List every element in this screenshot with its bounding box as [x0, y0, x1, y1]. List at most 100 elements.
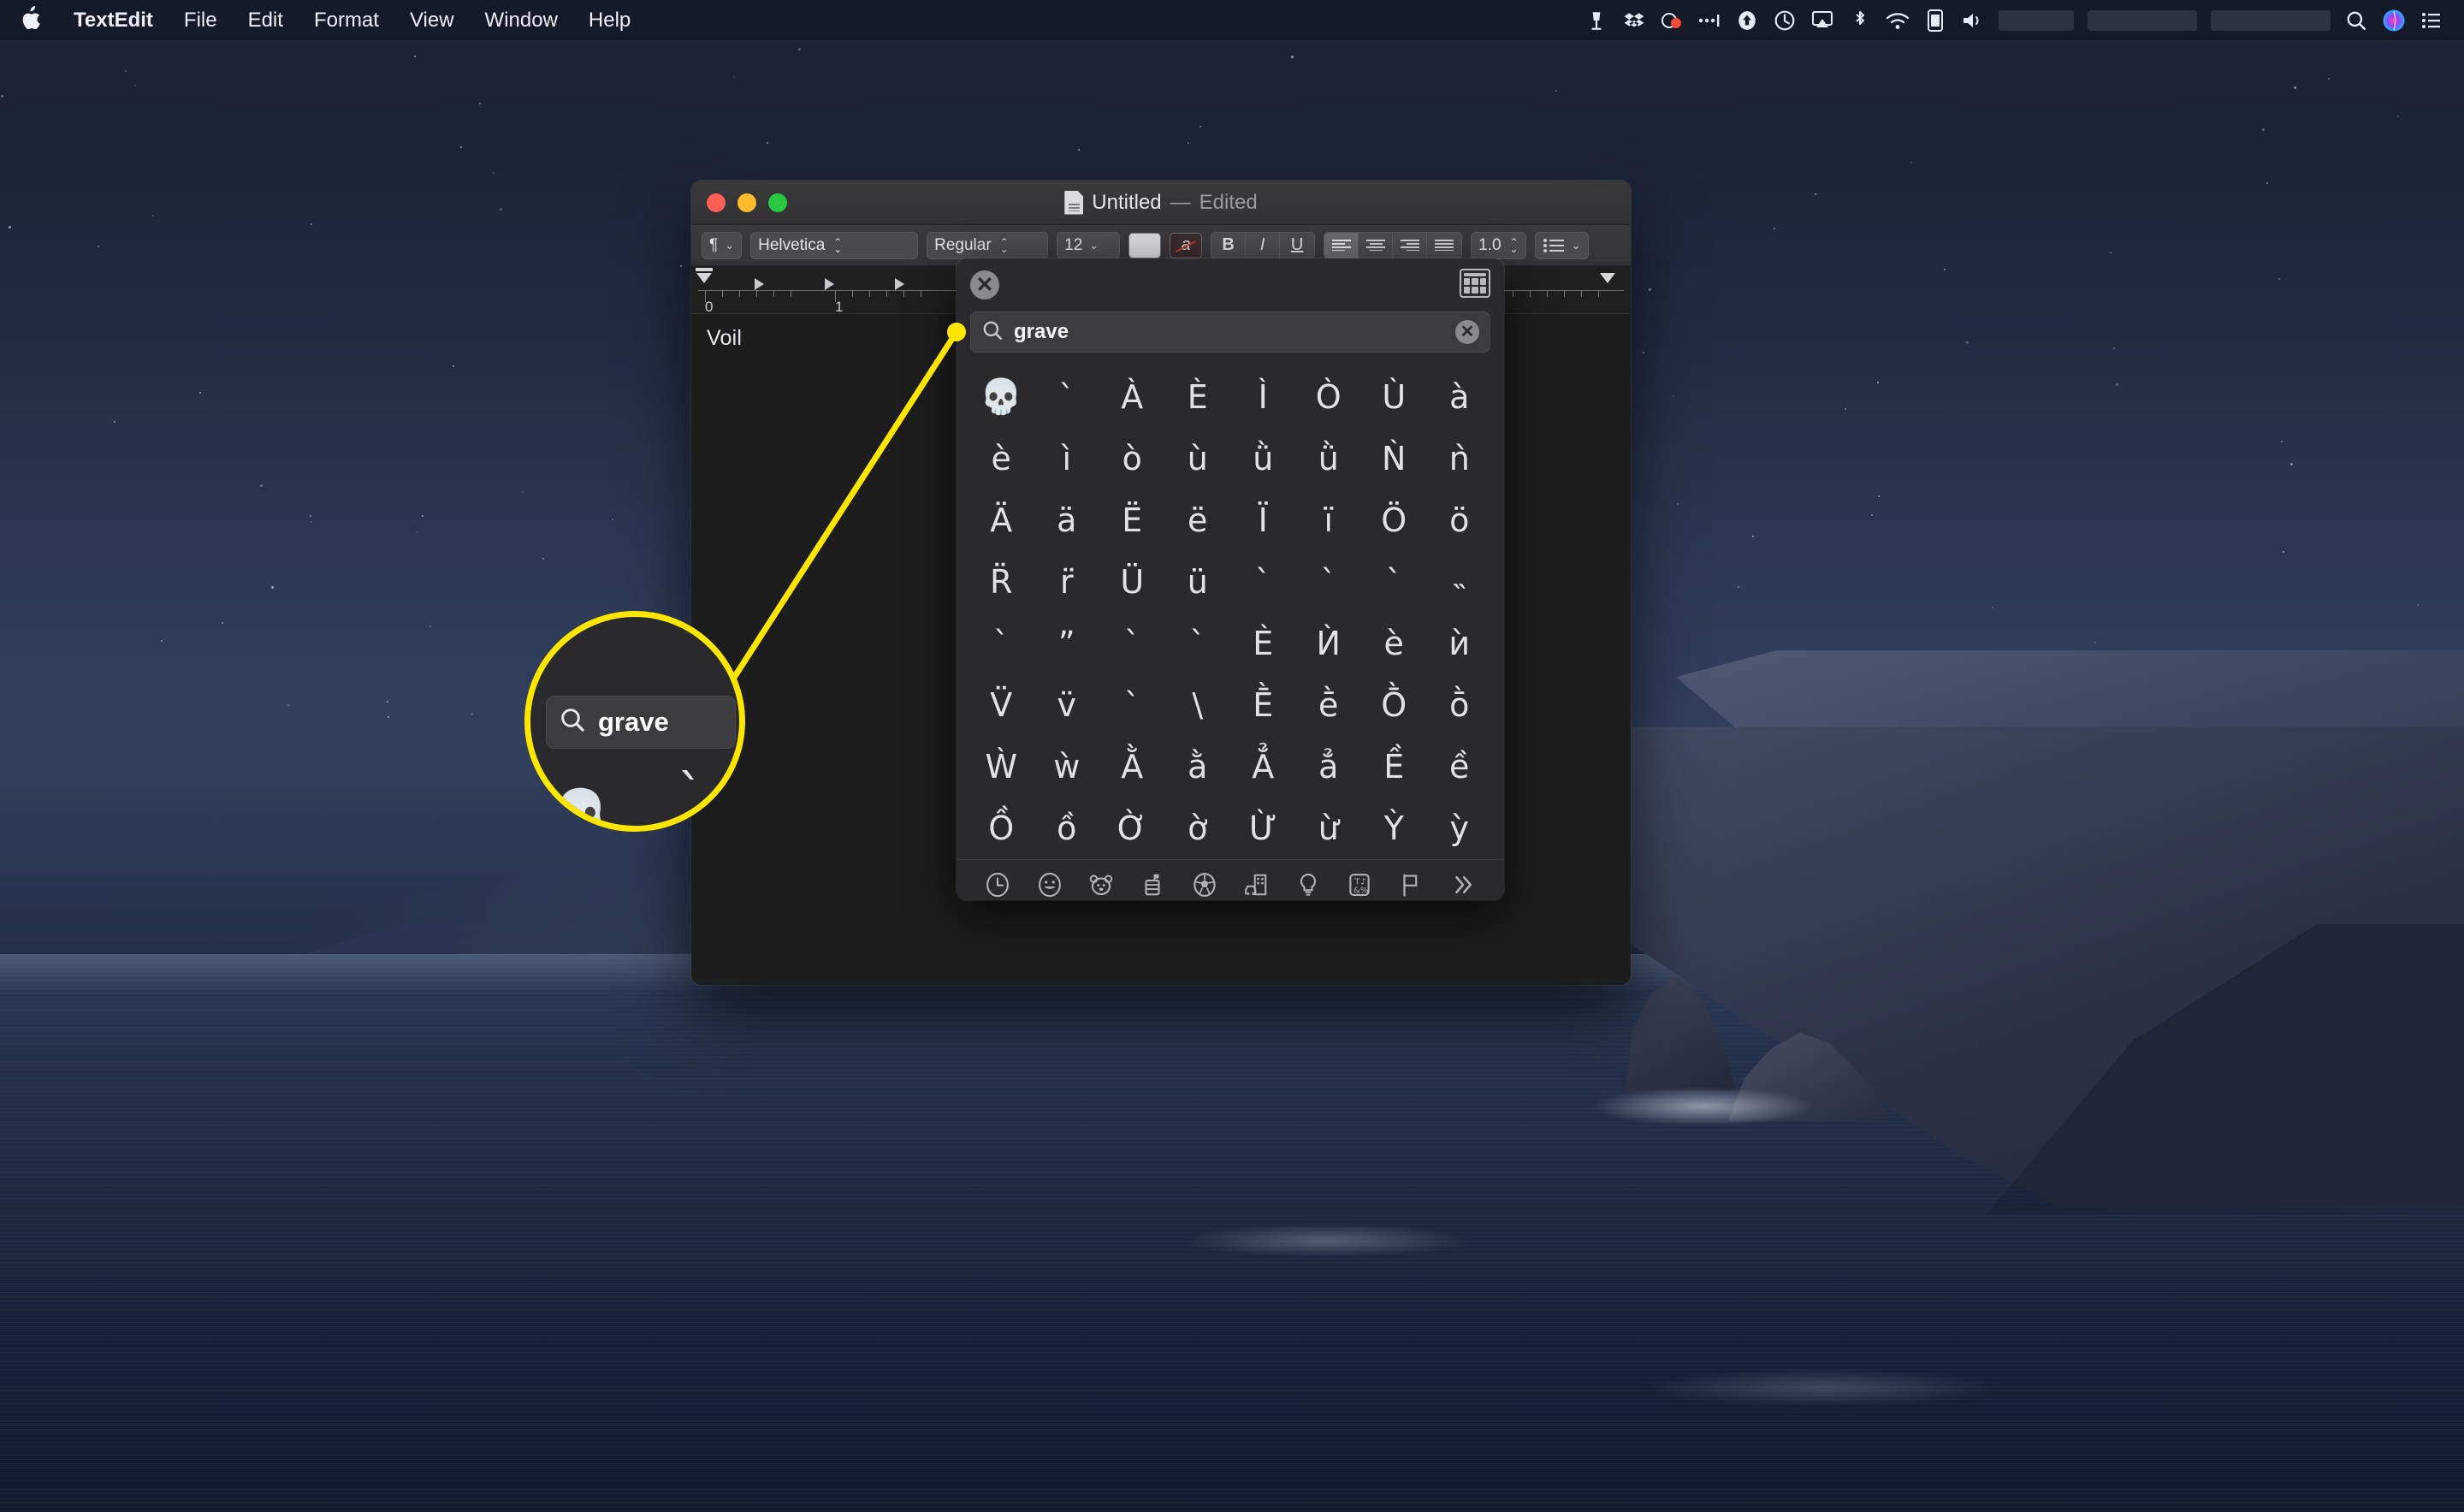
alignment-segment[interactable] [1324, 231, 1463, 259]
character-cell[interactable]: ѐ [1361, 613, 1427, 674]
font-size-menu[interactable]: 12 ⌄ [1057, 231, 1121, 259]
character-cell[interactable]: ǹ [1427, 428, 1493, 489]
text-style-segment[interactable]: B I U [1211, 231, 1316, 259]
character-cell[interactable]: r̈ [1034, 551, 1100, 613]
smileys-and-people-icon[interactable] [1035, 870, 1064, 899]
travel-and-places-icon[interactable] [1241, 870, 1270, 899]
italic-button[interactable]: I [1246, 232, 1281, 258]
volume-icon[interactable] [1954, 2, 1992, 39]
shortcuts-icon[interactable] [1653, 2, 1691, 39]
character-cell[interactable]: ò [1099, 428, 1165, 489]
align-center-button[interactable] [1359, 232, 1394, 258]
character-cell[interactable]: ˋ [1099, 674, 1165, 736]
highlight-color-button[interactable]: a [1170, 232, 1203, 258]
character-cell[interactable]: R̈ [968, 551, 1034, 613]
character-results-grid[interactable]: 💀 ` À È Ì Ò Ùà è ì ò ù ǜ ǜ Ǹǹ Ää Ëë Ïï Öö R̈ r̈ Üü ` ˋ ˋ ˵ ˋ ˮ ˋ ˋ Ѐ Ѝ… [957, 363, 1504, 859]
document-text[interactable]: Voil [707, 326, 742, 351]
bold-button[interactable]: B [1211, 232, 1247, 258]
character-cell[interactable]: Ờ [1099, 798, 1165, 859]
character-cell[interactable]: Ṑ [1361, 674, 1427, 736]
character-cell[interactable]: ˋ [1099, 613, 1165, 674]
character-cell[interactable]: Ề [1361, 736, 1427, 798]
control-center-icon[interactable] [2413, 2, 2450, 39]
underline-button[interactable]: U [1280, 233, 1314, 258]
window-title-bar[interactable]: Untitled — Edited [691, 181, 1631, 225]
character-cell[interactable]: ù [1165, 428, 1231, 489]
battery-icon[interactable] [1916, 2, 1954, 39]
character-cell[interactable]: ˋ [1361, 551, 1427, 613]
character-cell[interactable]: ẳ [1296, 736, 1362, 798]
menu-item-help[interactable]: Help [573, 5, 646, 36]
character-cell[interactable]: Ì [1230, 366, 1296, 428]
align-left-button[interactable] [1324, 232, 1359, 258]
menu-item-file[interactable]: File [169, 5, 233, 36]
character-cell[interactable]: ö [1427, 489, 1493, 551]
wifi-icon[interactable] [1879, 2, 1916, 39]
character-cell[interactable]: ë [1165, 489, 1231, 551]
recently-used-icon[interactable] [983, 870, 1012, 899]
character-cell[interactable]: Ḕ [1230, 674, 1296, 736]
symbols-icon[interactable]: T ♪ &% [1345, 870, 1374, 899]
menu-item-window[interactable]: Window [470, 5, 573, 36]
font-family-menu[interactable]: Helvetica ⌃ ⌄ [750, 231, 919, 259]
line-spacing-menu[interactable]: 1.0 ⌃ ⌄ [1471, 231, 1526, 259]
notification-icon[interactable] [1578, 2, 1615, 39]
menu-item-edit[interactable]: Edit [233, 5, 299, 36]
character-cell[interactable]: Ü [1099, 551, 1165, 613]
character-cell[interactable]: ˵ [1427, 551, 1493, 613]
character-viewer-icon[interactable] [1460, 269, 1490, 298]
menu-item-format[interactable]: Format [299, 5, 394, 36]
character-cell[interactable]: ˋ [968, 613, 1034, 674]
spotlight-search-icon[interactable] [2337, 2, 2375, 39]
animals-and-nature-icon[interactable] [1087, 870, 1116, 899]
menu-item-view[interactable]: View [394, 5, 470, 36]
menu-item-textedit[interactable]: TextEdit [58, 5, 169, 36]
character-cell[interactable]: Ѝ [1296, 613, 1362, 674]
character-cell[interactable]: Ǹ [1361, 428, 1427, 489]
character-cell[interactable]: \ [1165, 674, 1231, 736]
character-cell[interactable]: Ỳ [1361, 798, 1427, 859]
list-style-menu[interactable]: ⌄ [1534, 231, 1589, 259]
character-cell[interactable]: ˋ [1165, 613, 1231, 674]
character-cell[interactable]: ồ [1034, 798, 1100, 859]
clear-search-icon[interactable]: ✕ [1455, 320, 1479, 344]
character-cell[interactable]: à [1427, 366, 1493, 428]
objects-icon[interactable] [1294, 870, 1323, 899]
character-cell[interactable]: ï [1296, 489, 1362, 551]
character-cell[interactable]: ằ [1165, 736, 1231, 798]
character-cell[interactable]: ˮ [1034, 613, 1100, 674]
close-icon[interactable]: ✕ [970, 270, 999, 299]
close-window-button[interactable] [707, 193, 726, 212]
character-cell[interactable]: Ồ [968, 798, 1034, 859]
character-cell[interactable]: ừ [1296, 798, 1362, 859]
character-cell[interactable]: Ù [1361, 366, 1427, 428]
soundsource-icon[interactable] [1691, 2, 1728, 39]
activity-icon[interactable] [1190, 870, 1219, 899]
tab-stop[interactable] [895, 278, 904, 290]
right-indent-marker[interactable] [1600, 273, 1615, 283]
character-cell[interactable]: ờ [1165, 798, 1231, 859]
screen-mirroring-icon[interactable] [1804, 2, 1841, 39]
character-cell[interactable]: 💀 [968, 366, 1034, 428]
character-cell[interactable]: Ö [1361, 489, 1427, 551]
character-cell[interactable]: ḕ [1296, 674, 1362, 736]
character-cell[interactable]: v̈ [1034, 674, 1100, 736]
apple-icon[interactable] [15, 5, 58, 35]
character-cell[interactable]: ì [1034, 428, 1100, 489]
siri-icon[interactable] [2375, 2, 2413, 39]
character-cell[interactable]: ǜ [1230, 428, 1296, 489]
character-cell[interactable]: Ä [968, 489, 1034, 551]
paragraph-style-menu[interactable]: ¶ ⌄ [702, 231, 743, 259]
tab-stop[interactable] [825, 278, 834, 290]
character-viewer-popup[interactable]: ✕ grave ✕ 💀 ` À È Ì Ò Ùà è ì ò ù ǜ ǜ Ǹǹ Ää Ëë Ïï Öö R̈ r̈ Üü… [957, 258, 1504, 900]
character-cell[interactable]: ѝ [1427, 613, 1493, 674]
character-cell[interactable]: Ằ [1099, 736, 1165, 798]
backup-upload-icon[interactable] [1728, 2, 1766, 39]
character-cell[interactable]: Ò [1296, 366, 1362, 428]
character-cell[interactable]: ü [1165, 551, 1231, 613]
food-and-drink-icon[interactable] [1138, 870, 1167, 899]
align-justify-button[interactable] [1427, 233, 1461, 258]
character-cell[interactable]: ẁ [1034, 736, 1100, 798]
character-cell[interactable]: Ừ [1230, 798, 1296, 859]
character-cell[interactable]: Ẁ [968, 736, 1034, 798]
